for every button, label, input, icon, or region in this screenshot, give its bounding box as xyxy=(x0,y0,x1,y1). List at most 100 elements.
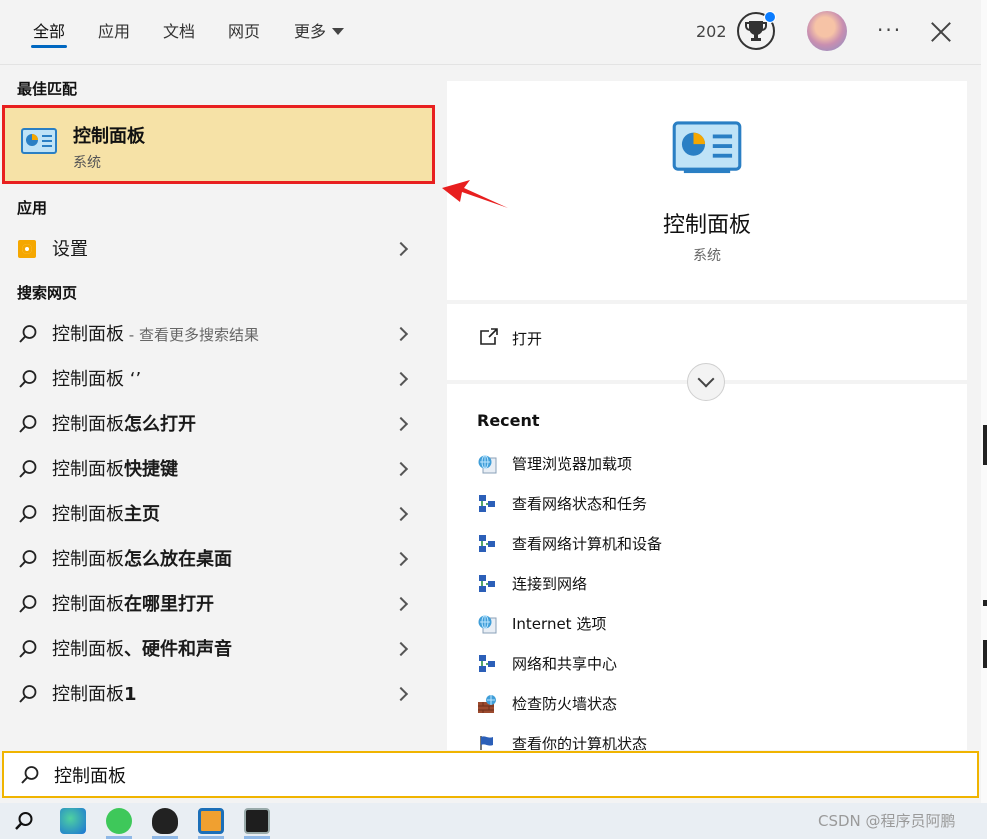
tab-all[interactable]: 全部 xyxy=(30,0,68,64)
app-item-settings[interactable]: 设置 xyxy=(0,227,433,272)
web-result-query: 控制面板 xyxy=(52,684,124,705)
divider xyxy=(0,64,981,65)
chevron-right-icon[interactable] xyxy=(393,686,409,702)
best-match-subtitle: 系统 xyxy=(73,155,101,171)
caret-down-icon xyxy=(332,28,345,35)
chevron-right-icon[interactable] xyxy=(393,371,409,387)
web-result-suggestion: 快捷键 xyxy=(124,459,178,480)
tab-apps[interactable]: 应用 xyxy=(98,0,130,64)
web-result-item[interactable]: 控制面板主页 xyxy=(0,492,433,537)
web-result-item[interactable]: 控制面板1 xyxy=(0,672,433,717)
search-tabs-bar: 全部 应用 文档 网页 更多 202 ··· xyxy=(0,0,981,64)
web-result-text: 控制面板怎么打开 xyxy=(52,402,196,447)
close-icon[interactable] xyxy=(930,21,952,43)
best-match-title: 控制面板 xyxy=(73,126,145,147)
web-result-query: 控制面板 xyxy=(52,504,124,525)
annotation-arrow xyxy=(442,180,508,208)
taskbar-search-icon[interactable] xyxy=(14,811,34,831)
web-result-item[interactable]: 控制面板 ‘’ xyxy=(0,357,433,402)
open-action[interactable]: 打开 xyxy=(512,328,542,349)
app-icon[interactable] xyxy=(198,808,224,834)
web-result-text: 控制面板在哪里打开 xyxy=(52,582,214,627)
recent-item[interactable]: 检查防火墙状态 xyxy=(477,684,957,724)
qq-icon[interactable] xyxy=(152,808,178,834)
preview-title: 控制面板 xyxy=(662,213,751,238)
rewards-trophy-icon[interactable] xyxy=(737,11,776,50)
chevron-right-icon[interactable] xyxy=(393,241,409,257)
web-result-item[interactable]: 控制面板怎么打开 xyxy=(0,402,433,447)
web-result-suggestion: 主页 xyxy=(124,504,160,525)
chevron-right-icon[interactable] xyxy=(393,641,409,657)
recent-item[interactable]: 查看网络计算机和设备 xyxy=(477,524,957,564)
tab-more-label: 更多 xyxy=(294,22,327,41)
chevron-right-icon[interactable] xyxy=(393,506,409,522)
tab-documents[interactable]: 文档 xyxy=(163,0,195,64)
recent-item[interactable]: 查看你的计算机状态 xyxy=(477,724,957,750)
flag-icon xyxy=(480,736,493,750)
web-result-item[interactable]: 控制面板在哪里打开 xyxy=(0,582,433,627)
chevron-right-icon[interactable] xyxy=(393,461,409,477)
search-icon xyxy=(21,766,39,784)
best-match-item[interactable]: 控制面板 系统 xyxy=(2,105,435,184)
web-result-suggestion: 、硬件和声音 xyxy=(124,639,232,660)
web-result-text: 控制面板主页 xyxy=(52,492,160,537)
chevron-right-icon[interactable] xyxy=(393,416,409,432)
watermark: CSDN @程序员阿鹏 xyxy=(818,812,956,830)
web-result-suggestion: 在哪里打开 xyxy=(124,594,214,615)
rewards-points: 202 xyxy=(696,22,727,41)
settings-gear-icon xyxy=(18,240,36,258)
expand-chevron-icon[interactable] xyxy=(687,363,725,401)
search-box[interactable] xyxy=(2,751,979,798)
tab-web[interactable]: 网页 xyxy=(228,0,260,64)
notification-dot xyxy=(764,11,776,23)
web-result-query: 控制面板 xyxy=(52,594,124,615)
more-options-icon[interactable]: ··· xyxy=(877,0,902,60)
firewall-icon xyxy=(478,695,496,713)
web-result-item[interactable]: 控制面板快捷键 xyxy=(0,447,433,492)
web-result-item[interactable]: 控制面板、硬件和声音 xyxy=(0,627,433,672)
control-panel-icon xyxy=(671,121,743,179)
network-icon xyxy=(479,655,495,672)
web-result-query: 控制面板 ‘’ xyxy=(52,369,142,390)
web-result-text: 控制面板 - 查看更多搜索结果 xyxy=(52,312,259,358)
recent-header: Recent xyxy=(477,411,540,430)
tab-more[interactable]: 更多 xyxy=(294,0,345,64)
user-avatar[interactable] xyxy=(807,11,847,51)
recent-item[interactable]: Internet 选项 xyxy=(477,604,957,644)
recent-item-label: 查看网络状态和任务 xyxy=(512,495,648,513)
web-result-query: 控制面板 xyxy=(52,549,124,570)
web-result-query: 控制面板 xyxy=(52,639,124,660)
wechat-icon[interactable] xyxy=(106,808,132,834)
web-result-item[interactable]: 控制面板怎么放在桌面 xyxy=(0,537,433,582)
recent-item[interactable]: 管理浏览器加载项 xyxy=(477,444,957,484)
recent-item[interactable]: 查看网络状态和任务 xyxy=(477,484,957,524)
recent-list: Recent 管理浏览器加载项 查看网络状态和任务 查看网络计算机和设备 连接到… xyxy=(447,384,967,750)
terminal-icon[interactable] xyxy=(244,808,270,834)
search-icon xyxy=(19,550,37,568)
globe-icon xyxy=(478,615,497,634)
search-icon xyxy=(19,595,37,613)
search-input[interactable] xyxy=(52,759,956,791)
web-result-query: 控制面板 xyxy=(52,414,124,435)
web-result-text: 控制面板、硬件和声音 xyxy=(52,627,232,672)
web-result-item[interactable]: 控制面板 - 查看更多搜索结果 xyxy=(0,312,433,357)
web-result-text: 控制面板快捷键 xyxy=(52,447,178,492)
recent-item[interactable]: 网络和共享中心 xyxy=(477,644,957,684)
recent-item-label: 查看网络计算机和设备 xyxy=(512,535,663,553)
chevron-right-icon[interactable] xyxy=(393,326,409,342)
search-icon xyxy=(19,370,37,388)
section-header-apps: 应用 xyxy=(17,199,48,217)
recent-item-label: Internet 选项 xyxy=(512,615,607,633)
globe-icon xyxy=(478,455,497,474)
edge-browser-icon[interactable] xyxy=(60,808,86,834)
recent-item-label: 查看你的计算机状态 xyxy=(512,735,648,750)
chevron-right-icon[interactable] xyxy=(393,596,409,612)
web-result-text: 控制面板 ‘’ xyxy=(52,357,141,402)
web-result-query: 控制面板 xyxy=(52,324,124,345)
search-panel: 全部 应用 文档 网页 更多 202 ··· 最佳匹配 控制面板 系统 应用 设… xyxy=(0,0,982,803)
search-icon xyxy=(19,415,37,433)
recent-item[interactable]: 连接到网络 xyxy=(477,564,957,604)
web-result-suggestion: 怎么打开 xyxy=(124,414,196,435)
chevron-right-icon[interactable] xyxy=(393,551,409,567)
search-icon xyxy=(19,505,37,523)
